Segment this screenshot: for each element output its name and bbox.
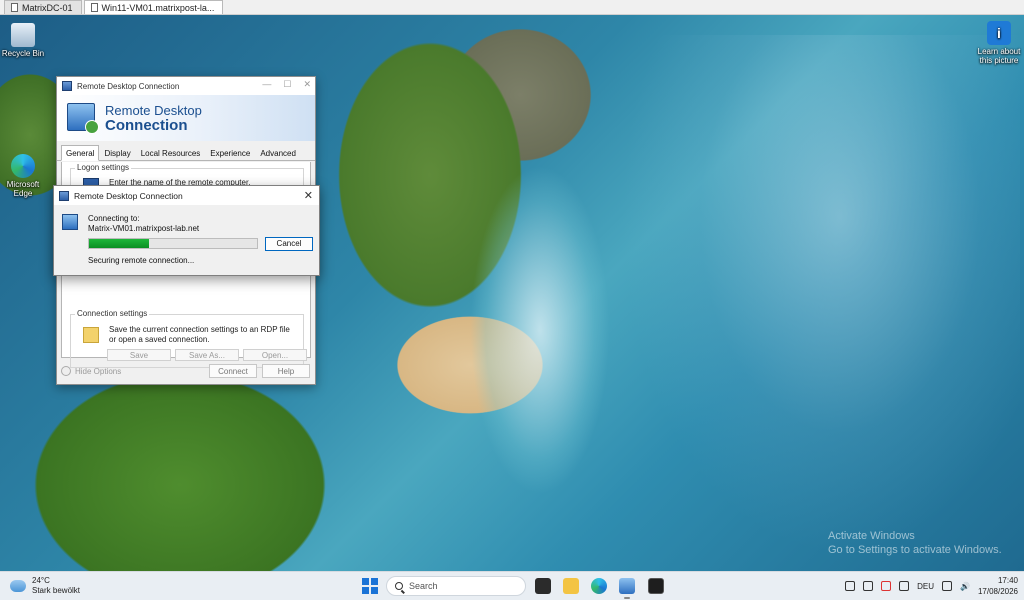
hide-options-label: Hide Options bbox=[75, 366, 122, 376]
task-view-icon[interactable] bbox=[535, 578, 551, 594]
clock[interactable]: 17:40 17/08/2026 bbox=[978, 575, 1018, 597]
wallpaper-sea-glare bbox=[620, 35, 1020, 555]
desktop-icon-label: Microsoft Edge bbox=[6, 180, 40, 198]
edge-icon[interactable] bbox=[591, 578, 607, 594]
start-button[interactable] bbox=[362, 578, 378, 594]
remote-desktop-icon[interactable] bbox=[619, 578, 635, 599]
connection-settings-text: Save the current connection settings to … bbox=[109, 325, 290, 344]
recycle-bin-icon bbox=[11, 23, 35, 47]
system-tray: DEU 🔊 17:40 17/08/2026 bbox=[845, 575, 1018, 597]
banner-line2: Connection bbox=[105, 117, 188, 134]
progress-fill bbox=[89, 239, 150, 248]
connection-progress-bar bbox=[88, 238, 258, 249]
cloud-icon bbox=[10, 580, 26, 592]
connecting-title: Remote Desktop Connection bbox=[74, 190, 183, 201]
rdc-banner: Remote Desktop Connection bbox=[57, 95, 315, 141]
monitor-icon[interactable] bbox=[941, 581, 952, 591]
weather-temp: 24°C bbox=[32, 576, 50, 585]
rdc-footer: Hide Options Connect Help bbox=[57, 360, 315, 384]
hide-options-toggle[interactable]: Hide Options bbox=[61, 366, 121, 376]
edge-icon bbox=[11, 154, 35, 178]
file-explorer-icon[interactable] bbox=[563, 578, 579, 594]
logon-settings-label: Logon settings bbox=[75, 163, 132, 172]
taskbar: 24°C Stark bewölkt Search DEU 🔊 17:40 17… bbox=[0, 571, 1024, 600]
tab-experience[interactable]: Experience bbox=[205, 145, 255, 160]
host-tab-label: Win11-VM01.matrixpost-la... bbox=[101, 2, 215, 13]
connect-button[interactable]: Connect bbox=[209, 364, 257, 378]
taskbar-search[interactable]: Search bbox=[386, 576, 526, 596]
close-icon[interactable]: ✕ bbox=[303, 79, 311, 90]
weather-condition: Stark bewölkt bbox=[32, 586, 81, 595]
tab-advanced[interactable]: Advanced bbox=[255, 145, 301, 160]
rdc-monitor-icon bbox=[62, 214, 78, 230]
windows-logo-pane bbox=[371, 578, 378, 585]
tab-display[interactable]: Display bbox=[99, 145, 135, 160]
info-icon: i bbox=[987, 21, 1011, 45]
rdc-title: Remote Desktop Connection bbox=[77, 81, 180, 91]
windows-logo-pane bbox=[371, 587, 378, 594]
host-tab-matrixdc[interactable]: MatrixDC-01 bbox=[4, 0, 82, 14]
connecting-status: Securing remote connection... bbox=[88, 256, 195, 265]
wallpaper-surf bbox=[470, 165, 610, 495]
desktop-icon-recycle-bin[interactable]: Recycle Bin bbox=[0, 23, 46, 58]
windows-logo-pane bbox=[362, 587, 369, 594]
connecting-to-label: Connecting to: bbox=[88, 214, 140, 223]
tab-local-resources[interactable]: Local Resources bbox=[136, 145, 206, 160]
usb-icon[interactable] bbox=[899, 581, 910, 591]
rdc-app-icon bbox=[59, 190, 69, 201]
device-icon[interactable] bbox=[863, 581, 874, 591]
activate-windows-watermark: Activate Windows Go to Settings to activ… bbox=[828, 529, 1002, 557]
host-tab-win11-vm01[interactable]: Win11-VM01.matrixpost-la... bbox=[83, 0, 224, 14]
clock-time: 17:40 bbox=[997, 576, 1018, 585]
host-tab-strip: MatrixDC-01 Win11-VM01.matrixpost-la... bbox=[0, 0, 1024, 15]
rdc-tabs: General Display Local Resources Experien… bbox=[57, 141, 315, 161]
banner-line1: Remote Desktop bbox=[105, 103, 202, 118]
windows-logo-pane bbox=[362, 578, 369, 585]
chevron-up-icon bbox=[61, 366, 71, 376]
rdc-app-icon bbox=[62, 81, 72, 91]
cancel-button[interactable]: Cancel bbox=[265, 237, 313, 251]
rdc-monitor-icon bbox=[67, 103, 99, 134]
folder-icon bbox=[83, 327, 99, 343]
security-icon[interactable] bbox=[881, 581, 892, 591]
host-tab-label: MatrixDC-01 bbox=[22, 2, 73, 13]
tab-general[interactable]: General bbox=[61, 145, 100, 161]
close-icon[interactable]: ✕ bbox=[304, 189, 313, 202]
desktop-icon-label: Learn about this picture bbox=[977, 47, 1021, 65]
volume-icon[interactable]: 🔊 bbox=[960, 582, 970, 591]
weather-widget[interactable]: 24°C Stark bewölkt bbox=[10, 576, 80, 596]
terminal-icon[interactable] bbox=[648, 578, 664, 594]
desktop-icon-learn-picture[interactable]: i Learn about this picture bbox=[976, 21, 1022, 65]
document-icon bbox=[11, 3, 18, 12]
desktop-icon-edge[interactable]: Microsoft Edge bbox=[0, 154, 46, 198]
clock-date: 17/08/2026 bbox=[977, 587, 1018, 596]
connecting-host: Matrix-VM01.matrixpost-lab.net bbox=[88, 224, 200, 233]
rdc-titlebar[interactable]: Remote Desktop Connection — ☐ ✕ bbox=[57, 77, 315, 95]
document-icon bbox=[90, 3, 98, 12]
watermark-line1: Activate Windows bbox=[828, 530, 915, 542]
language-indicator[interactable]: DEU bbox=[917, 582, 934, 591]
minimize-icon[interactable]: — bbox=[262, 79, 271, 90]
maximize-icon[interactable]: ☐ bbox=[283, 79, 291, 90]
connecting-titlebar[interactable]: Remote Desktop Connection ✕ bbox=[54, 186, 319, 205]
connection-settings-label: Connection settings bbox=[75, 309, 150, 318]
connecting-dialog: Remote Desktop Connection ✕ Connecting t… bbox=[53, 185, 320, 276]
search-icon bbox=[395, 582, 403, 590]
desktop-icon-label: Recycle Bin bbox=[1, 49, 45, 58]
network-off-icon[interactable] bbox=[845, 581, 856, 591]
search-placeholder: Search bbox=[409, 581, 438, 591]
help-button[interactable]: Help bbox=[262, 364, 310, 378]
watermark-line2: Go to Settings to activate Windows. bbox=[828, 544, 1002, 556]
